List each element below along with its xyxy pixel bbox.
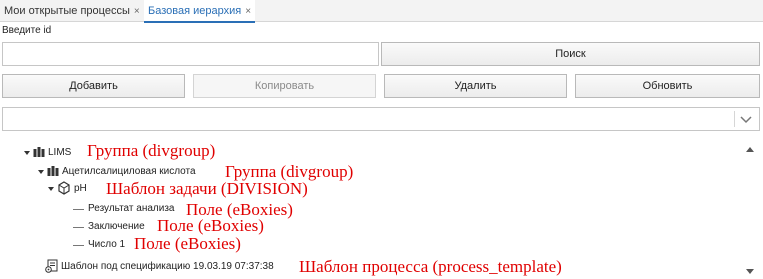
tree-node-label: Число 1 xyxy=(88,239,126,250)
annotation-conclusion: Поле (eBoxies) xyxy=(157,216,264,235)
tree-leaf-connector xyxy=(73,209,84,210)
tree-node-label: Заключение xyxy=(88,221,145,232)
tab-base-hierarchy[interactable]: Базовая иерархия × xyxy=(144,0,256,23)
tab-label: Базовая иерархия xyxy=(148,5,242,17)
delete-button[interactable]: Удалить xyxy=(384,74,567,98)
tab-my-open-processes[interactable]: Мои открытые процессы × xyxy=(4,0,140,22)
process-template-icon xyxy=(45,259,58,273)
scroll-up-arrow-icon[interactable] xyxy=(746,147,754,152)
tree-node-label: Ацетилсалициловая кислота xyxy=(62,166,196,177)
tree-node-ph[interactable]: pH xyxy=(58,181,98,197)
id-label: Введите id xyxy=(2,25,52,36)
tree-node-lims[interactable]: LIMS xyxy=(33,145,83,161)
chevron-down-icon[interactable] xyxy=(739,111,753,127)
tree-node-label: Шаблон под спецификацию 19.03.19 07:37:3… xyxy=(61,261,274,272)
tree-node-acid[interactable]: Ацетилсалициловая кислота xyxy=(47,164,222,180)
task-template-icon xyxy=(58,181,70,195)
tree-leaf-connector xyxy=(73,245,84,246)
add-button[interactable]: Добавить xyxy=(2,74,185,98)
tab-bar: Мои открытые процессы × Базовая иерархия × xyxy=(0,0,763,23)
tree-scrollbar[interactable] xyxy=(742,141,758,279)
tree-node-result[interactable]: Результат анализа xyxy=(88,201,186,217)
expand-arrow-icon[interactable] xyxy=(48,187,54,191)
tree-node-label: pH xyxy=(74,183,87,194)
tree-node-process-template[interactable]: Шаблон под спецификацию 19.03.19 07:37:3… xyxy=(45,259,295,275)
search-button[interactable]: Поиск xyxy=(381,42,760,66)
tree-node-label: LIMS xyxy=(48,147,72,158)
copy-button[interactable]: Копировать xyxy=(193,74,376,98)
group-icon xyxy=(47,166,59,176)
tab-label: Мои открытые процессы xyxy=(4,5,130,17)
annotation-template: Шаблон процесса (process_template) xyxy=(299,257,562,276)
close-icon[interactable]: × xyxy=(245,6,251,17)
refresh-button[interactable]: Обновить xyxy=(575,74,760,98)
expand-arrow-icon[interactable] xyxy=(38,170,44,174)
group-icon xyxy=(33,147,45,157)
annotation-acid: Группа (divgroup) xyxy=(225,162,354,181)
annotation-lims: Группа (divgroup) xyxy=(87,141,216,160)
annotation-ph: Шаблон задачи (DIVISION) xyxy=(106,179,308,198)
tree-node-number[interactable]: Число 1 xyxy=(88,237,132,253)
close-icon[interactable]: × xyxy=(134,6,140,17)
expand-arrow-icon[interactable] xyxy=(24,151,30,155)
tree-node-conclusion[interactable]: Заключение xyxy=(88,219,158,235)
tree-leaf-connector xyxy=(73,227,84,228)
scroll-down-arrow-icon[interactable] xyxy=(746,269,754,274)
combobox-divider xyxy=(734,111,735,127)
id-input[interactable] xyxy=(2,42,379,66)
tree-node-label: Результат анализа xyxy=(88,203,175,214)
annotation-number: Поле (eBoxies) xyxy=(134,234,241,253)
selector-combobox[interactable] xyxy=(2,107,760,131)
